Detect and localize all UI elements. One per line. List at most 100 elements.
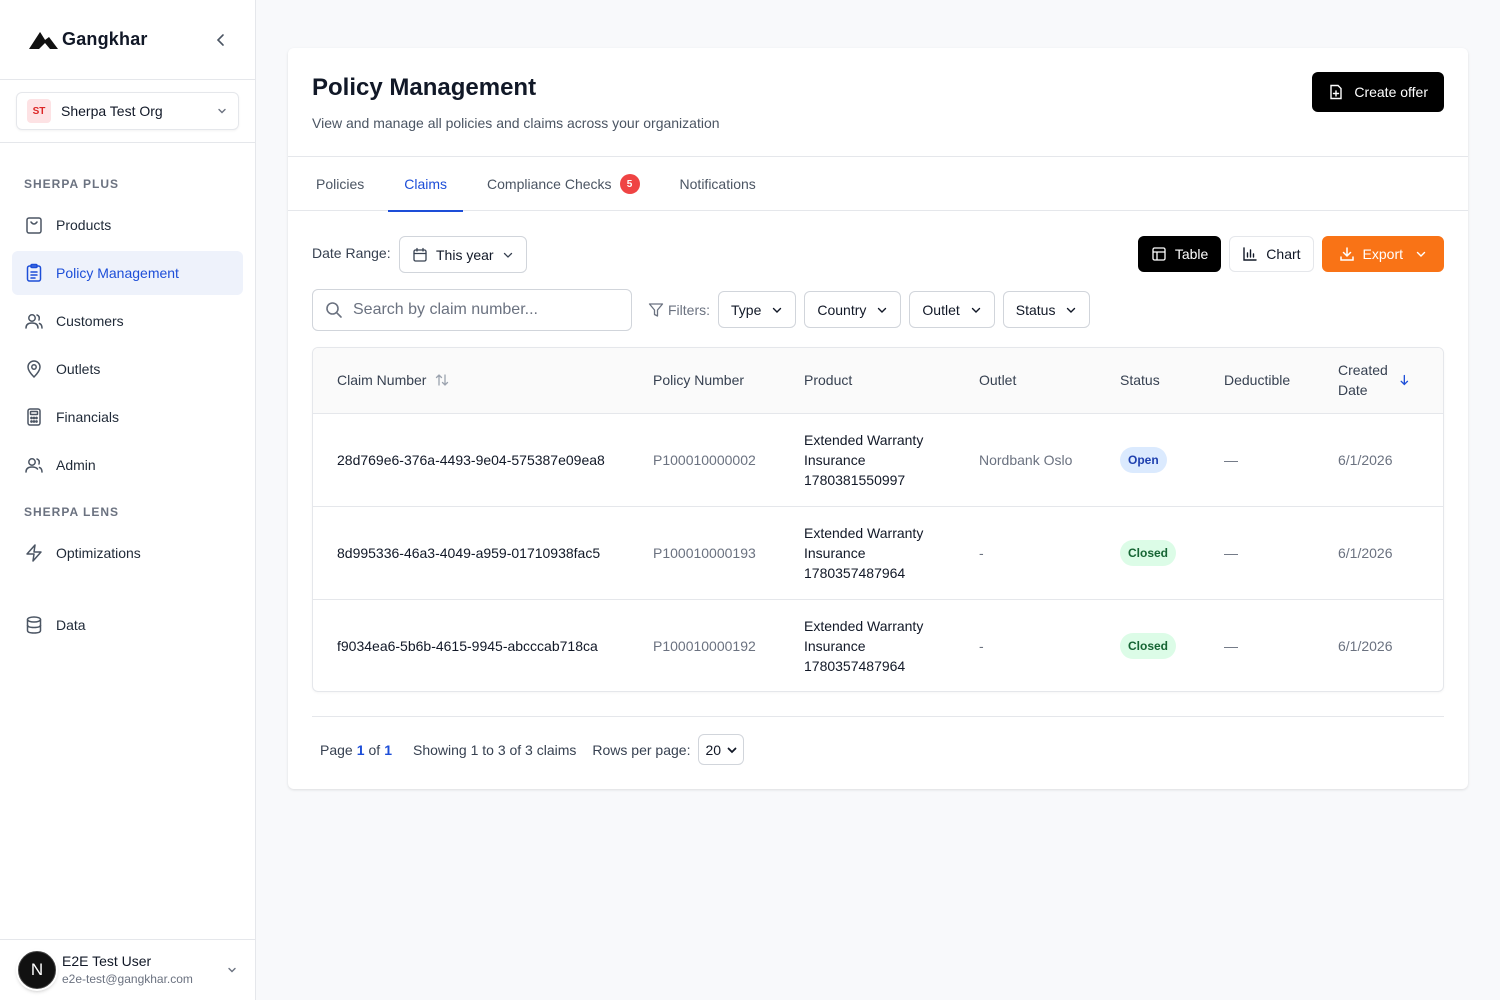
- table-row[interactable]: 28d769e6-376a-4493-9e04-575387e09ea8 P10…: [313, 413, 1443, 506]
- rows-per-page-label: Rows per page:: [592, 741, 691, 758]
- org-name: Sherpa Test Org: [61, 103, 163, 119]
- outlet-cell: -: [979, 637, 984, 654]
- create-offer-label: Create offer: [1354, 84, 1428, 100]
- mountain-logo-icon: [29, 31, 58, 49]
- column-header-status[interactable]: Status: [1108, 348, 1212, 414]
- status-cell: Closed: [1108, 506, 1212, 599]
- column-header-product[interactable]: Product: [792, 348, 967, 414]
- page-subtitle: View and manage all policies and claims …: [312, 115, 720, 131]
- filter-type[interactable]: Type: [718, 291, 797, 328]
- user-email: e2e-test@gangkhar.com: [62, 972, 193, 986]
- user-name: E2E Test User: [62, 953, 152, 969]
- org-badge: ST: [27, 99, 51, 123]
- download-icon: [1339, 247, 1354, 261]
- filter-label: Country: [817, 301, 867, 318]
- column-header-created-date[interactable]: Created Date: [1326, 348, 1443, 414]
- tab-policies[interactable]: Policies: [300, 157, 380, 211]
- sidebar-item-optimizations[interactable]: Optimizations: [12, 531, 243, 575]
- section-title-sherpa-plus: SHERPA PLUS: [24, 177, 120, 191]
- rows-per-page-select[interactable]: 20: [698, 734, 745, 765]
- chart-view-button[interactable]: Chart: [1229, 236, 1314, 272]
- table-view-label: Table: [1174, 246, 1209, 262]
- export-button[interactable]: Export: [1321, 236, 1444, 272]
- sidebar-item-label: Customers: [56, 313, 124, 329]
- user-menu[interactable]: N E2E Test User e2e-test@gangkhar.com: [0, 939, 256, 1000]
- brand-logo[interactable]: Gangkhar: [28, 29, 148, 51]
- table-row[interactable]: 8d995336-46a3-4049-a959-01710938fac5 P10…: [313, 506, 1443, 599]
- policy-number-cell: P100010000192: [653, 637, 756, 654]
- clipboard-icon: [26, 263, 42, 282]
- chevron-left-icon: [216, 34, 224, 46]
- create-offer-button[interactable]: Create offer: [1312, 72, 1444, 112]
- org-switcher-wrap: ST Sherpa Test Org: [0, 80, 255, 143]
- sidebar-item-label: Policy Management: [56, 265, 179, 281]
- sidebar-item-policy-management[interactable]: Policy Management: [12, 251, 243, 295]
- filter-country[interactable]: Country: [804, 291, 902, 328]
- status-badge: Closed: [1120, 539, 1177, 566]
- tab-label: Policies: [316, 176, 365, 192]
- status-cell: Open: [1108, 413, 1212, 506]
- sidebar: Gangkhar ST Sherpa Test Org SHERPA PLUS …: [0, 0, 256, 1000]
- column-header-deductible[interactable]: Deductible: [1212, 348, 1326, 414]
- filter-icon: [648, 302, 664, 317]
- total-pages: 1: [384, 741, 392, 758]
- sidebar-item-label: Optimizations: [56, 545, 141, 561]
- date-range-label: Date Range:: [312, 245, 391, 261]
- column-header-claim-number[interactable]: Claim Number: [313, 348, 641, 414]
- sidebar-item-admin[interactable]: Admin: [12, 443, 243, 487]
- search-input[interactable]: [353, 301, 619, 319]
- filters-label-text: Filters:: [668, 301, 710, 318]
- filters-bar: Filters: Type Country Outlet Status: [648, 291, 1091, 328]
- brand-header: Gangkhar: [0, 0, 255, 80]
- sidebar-item-financials[interactable]: Financials: [12, 395, 243, 439]
- database-icon: [26, 616, 42, 634]
- page-word: Page: [320, 741, 353, 758]
- filters-label: Filters:: [648, 302, 710, 318]
- column-header-policy-number[interactable]: Policy Number: [641, 348, 792, 414]
- date-range-select[interactable]: This year: [399, 236, 527, 273]
- page-title: Policy Management: [312, 74, 537, 101]
- product-cell: Extended Warranty Insurance 178035748796…: [804, 617, 924, 674]
- file-plus-icon: [1330, 84, 1343, 100]
- tab-notifications[interactable]: Notifications: [664, 157, 772, 211]
- chart-view-label: Chart: [1266, 246, 1301, 262]
- pagination: Page 1 of 1 Showing 1 to 3 of 3 claims R…: [320, 734, 745, 765]
- search-icon: [326, 302, 342, 318]
- sidebar-item-outlets[interactable]: Outlets: [12, 347, 243, 391]
- tab-compliance-checks[interactable]: Compliance Checks 5: [471, 157, 656, 211]
- outlet-cell: -: [979, 544, 984, 561]
- search-box: [312, 289, 632, 331]
- claims-table: Claim Number Policy Number Product Outle…: [312, 347, 1444, 692]
- current-page: 1: [356, 741, 365, 758]
- status-badge: Open: [1120, 446, 1167, 473]
- policy-number-cell: P100010000193: [653, 544, 756, 561]
- rows-per-page-value: 20: [705, 741, 722, 758]
- tab-label: Claims: [404, 176, 448, 192]
- filter-outlet[interactable]: Outlet: [909, 291, 995, 328]
- filter-status[interactable]: Status: [1002, 291, 1091, 328]
- sidebar-item-products[interactable]: Products: [12, 203, 243, 247]
- filter-label: Status: [1015, 301, 1056, 318]
- column-header-outlet[interactable]: Outlet: [967, 348, 1108, 414]
- table-row[interactable]: f9034ea6-5b6b-4615-9945-abcccab718ca P10…: [313, 599, 1443, 691]
- brand-name: Gangkhar: [62, 29, 148, 49]
- deductible-cell: —: [1224, 544, 1238, 561]
- sidebar-item-label: Products: [56, 217, 112, 233]
- product-cell: Extended Warranty Insurance 178038155099…: [804, 431, 924, 488]
- created-date-cell: 6/1/2026: [1338, 451, 1393, 468]
- shopping-bag-icon: [26, 217, 42, 234]
- status-badge: Closed: [1120, 632, 1177, 659]
- table-view-button[interactable]: Table: [1137, 236, 1222, 272]
- policy-management-card: Policy Management View and manage all po…: [288, 48, 1468, 789]
- org-switcher[interactable]: ST Sherpa Test Org: [16, 92, 239, 130]
- sort-desc-icon: [1400, 375, 1409, 386]
- lightning-icon: [26, 544, 42, 562]
- filter-label: Outlet: [922, 301, 960, 318]
- user-cog-icon: [25, 458, 43, 473]
- sidebar-item-data[interactable]: Data: [12, 603, 243, 647]
- sidebar-item-customers[interactable]: Customers: [12, 299, 243, 343]
- collapse-sidebar-button[interactable]: [211, 30, 231, 50]
- tab-claims[interactable]: Claims: [388, 157, 463, 212]
- chevron-down-icon: [728, 747, 737, 753]
- chevron-down-icon: [1067, 307, 1076, 313]
